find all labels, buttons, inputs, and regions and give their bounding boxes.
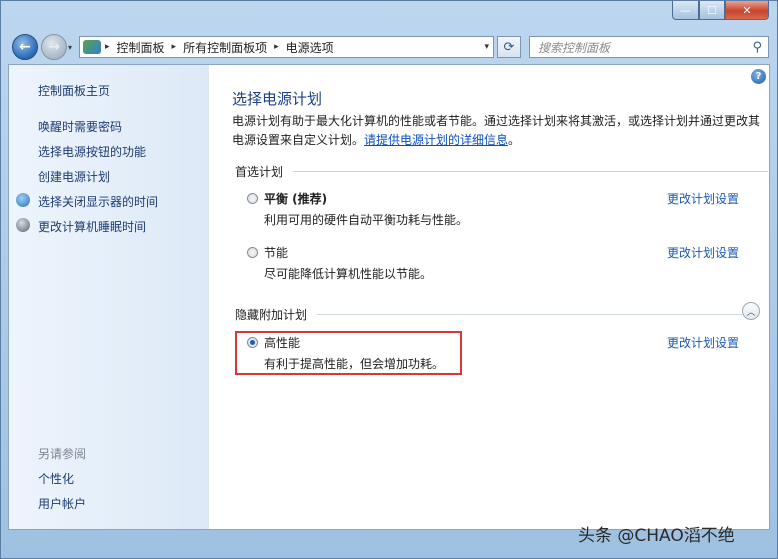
preferred-plans-heading: 首选计划 [235,165,284,179]
control-panel-icon [83,40,101,54]
description-suffix: 。 [508,133,521,147]
plan-balanced[interactable]: 平衡 (推荐) 利用可用的硬件自动平衡功耗与性能。 [247,190,647,227]
plan-power-saver[interactable]: 节能 尽可能降低计算机性能以节能。 [247,244,647,281]
sidebar: 控制面板主页 唤醒时需要密码 选择电源按钮的功能 创建电源计划 选择关闭显示器的… [9,65,209,529]
section-divider [293,171,769,172]
breadcrumb-power-options[interactable]: 电源选项 [286,39,334,56]
sidebar-control-panel-home[interactable]: 控制面板主页 [38,82,110,99]
sidebar-item-personalization[interactable]: 个性化 [38,470,74,487]
maximize-button[interactable]: ☐ [699,1,725,20]
section-divider [317,314,743,315]
address-dropdown-icon[interactable]: ▾ [484,42,489,52]
moon-icon [16,218,30,232]
monitor-icon [16,193,30,207]
search-placeholder: 搜索控制面板 [538,40,611,55]
close-button[interactable]: ✕ [725,1,769,20]
highlight-box [235,331,462,375]
power-saver-radio[interactable] [247,247,258,258]
hidden-plans-section: 隐藏附加计划 [235,306,743,323]
search-icon[interactable]: ⚲ [752,40,762,55]
plan-name[interactable]: 平衡 (推荐) [264,190,327,207]
description-line-2: 电源设置来自定义计划。请提供电源计划的详细信息。 [232,131,762,150]
plan-description: 利用可用的硬件自动平衡功耗与性能。 [264,213,469,227]
see-also-heading: 另请参阅 [38,447,87,461]
search-input[interactable]: 搜索控制面板 ⚲ [529,36,769,58]
page-description: 电源计划有助于最大化计算机的性能或者节能。通过选择计划来将其激活，或选择计划并通… [232,112,762,150]
refresh-button[interactable]: ⟳ [497,36,521,58]
help-icon[interactable]: ? [751,69,766,84]
page-title: 选择电源计划 [232,90,323,108]
sidebar-item-user-accounts[interactable]: 用户帐户 [38,495,86,512]
back-button[interactable]: ← [12,34,38,60]
change-plan-settings-link[interactable]: 更改计划设置 [667,190,739,207]
plan-description: 尽可能降低计算机性能以节能。 [264,267,433,281]
minimize-button[interactable]: — [672,1,699,20]
navigation-bar: ← → ▾ ▸ 控制面板 ▸ 所有控制面板项 ▸ 电源选项 ▾ ⟳ 搜索控制面板… [1,31,777,63]
sidebar-item-display-off[interactable]: 选择关闭显示器的时间 [38,193,158,210]
watermark-text: 头条 @CHAO滔不绝 [578,526,735,546]
address-bar[interactable]: ▸ 控制面板 ▸ 所有控制面板项 ▸ 电源选项 ▾ [79,36,494,58]
sidebar-item-sleep-time[interactable]: 更改计算机睡眠时间 [38,218,146,235]
description-line-1: 电源计划有助于最大化计算机的性能或者节能。通过选择计划来将其激活，或选择计划并通… [232,114,761,128]
window-controls: — ☐ ✕ [672,1,769,20]
main-panel: ? 选择电源计划 电源计划有助于最大化计算机的性能或者节能。通过选择计划来将其激… [209,65,769,529]
plan-name[interactable]: 节能 [264,244,288,261]
content-area: 控制面板主页 唤醒时需要密码 选择电源按钮的功能 创建电源计划 选择关闭显示器的… [8,64,770,530]
breadcrumb-all-items[interactable]: 所有控制面板项 [183,39,267,56]
sidebar-item-power-buttons[interactable]: 选择电源按钮的功能 [38,143,146,160]
breadcrumb-control-panel[interactable]: 控制面板 [117,39,165,56]
forward-button[interactable]: → [41,34,67,60]
recent-pages-dropdown-icon[interactable]: ▾ [68,43,72,52]
hidden-plans-heading: 隐藏附加计划 [235,308,308,322]
change-plan-settings-link[interactable]: 更改计划设置 [667,244,739,261]
change-plan-settings-link[interactable]: 更改计划设置 [667,334,739,351]
balanced-radio[interactable] [247,193,258,204]
breadcrumb-separator-icon[interactable]: ▸ [274,42,279,52]
collapse-chevron-icon[interactable]: ︿ [742,302,760,320]
plan-details-link[interactable]: 请提供电源计划的详细信息 [364,133,508,147]
description-prefix: 电源设置来自定义计划。 [232,133,365,147]
control-panel-window: — ☐ ✕ ← → ▾ ▸ 控制面板 ▸ 所有控制面板项 ▸ 电源选项 ▾ ⟳ … [0,0,778,559]
sidebar-item-wake-password[interactable]: 唤醒时需要密码 [38,118,122,135]
breadcrumb-separator-icon[interactable]: ▸ [172,42,177,52]
breadcrumb-separator-icon[interactable]: ▸ [105,42,110,52]
sidebar-item-create-plan[interactable]: 创建电源计划 [38,168,110,185]
preferred-plans-section: 首选计划 [235,163,769,180]
